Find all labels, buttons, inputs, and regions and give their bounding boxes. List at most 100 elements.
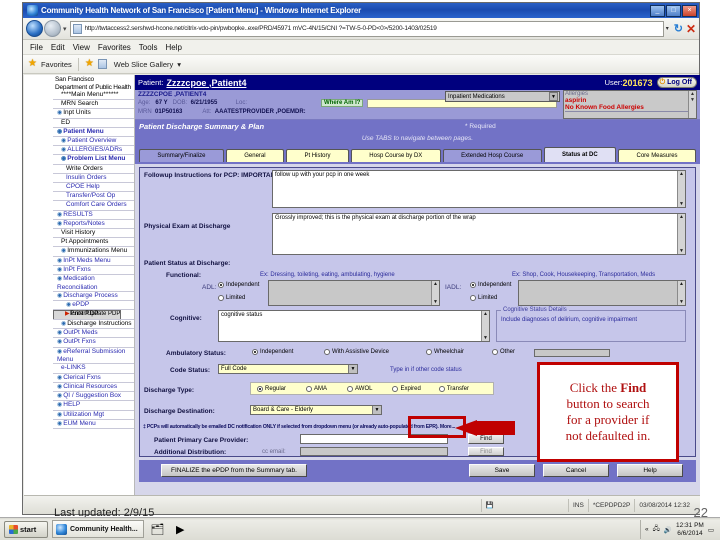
sidebar-item-main-menu[interactable]: ****Main Menu****** [53, 91, 134, 101]
cancel-button[interactable]: Cancel [543, 464, 609, 477]
sidebar-item-clerical-fxns[interactable]: ◉Clerical Fxns [53, 374, 134, 383]
dc-ama-radio[interactable]: AMA [306, 385, 327, 392]
scroll-down-icon[interactable]: ▼ [689, 97, 696, 103]
save-button[interactable]: Save [469, 464, 535, 477]
network-icon[interactable]: 🖧 [653, 524, 660, 535]
scroll-up-icon[interactable]: ▲ [678, 214, 685, 220]
inpatient-medications-dropdown[interactable]: Inpatient Medications ▼ [445, 91, 560, 102]
sidebar-item-print-pdp[interactable]: Print PDP [53, 310, 134, 320]
address-chevron-down-icon[interactable]: ▾ [664, 25, 671, 32]
chevron-down-icon[interactable]: ▼ [348, 365, 357, 373]
close-button[interactable]: × [682, 4, 697, 17]
sidebar-item-results[interactable]: ◉RESULTS [53, 211, 134, 220]
menu-tools[interactable]: Tools [139, 43, 158, 52]
adl-scrollbar[interactable]: ▲ ▼ [431, 281, 439, 305]
dc-regular-radio[interactable]: Regular [257, 385, 286, 392]
sidebar-item-outpt-fxns[interactable]: ◉OutPt Fxns [53, 338, 134, 348]
log-off-button[interactable]: ⏻ Log Off [656, 77, 697, 88]
dc-transfer-radio[interactable]: Transfer [438, 385, 469, 392]
sidebar-item-inpt-meds-menu[interactable]: ◉InPt Meds Menu [53, 257, 134, 267]
sidebar-item-write-orders[interactable]: Write Orders [53, 165, 134, 174]
forward-icon[interactable] [44, 20, 61, 37]
ambulatory-independent-radio[interactable]: Independent [252, 349, 293, 355]
physexam-scrollbar[interactable]: ▲ ▼ [677, 214, 685, 254]
iadl-independent-radio[interactable]: Independent [470, 282, 511, 288]
menu-help[interactable]: Help [165, 43, 181, 52]
followup-scrollbar[interactable]: ▲ ▼ [677, 171, 685, 207]
sidebar-item-medication-reconciliation[interactable]: ◉Medication Reconciliation [53, 275, 134, 293]
finalize-button[interactable]: FINALIZE the ePDP from the Summary tab. [161, 464, 307, 477]
sidebar-item-cpoe-help[interactable]: CPOE Help [53, 183, 134, 193]
sidebar-item-immunizations-menu[interactable]: ◉Immunizations Menu [53, 247, 134, 257]
web-slice-label[interactable]: Web Slice Gallery [114, 60, 173, 69]
tab-extended-hosp-course[interactable]: Extended Hosp Course [442, 149, 542, 162]
sidebar-item-inpt-fxns[interactable]: ◉InPt Fxns [53, 266, 134, 276]
scroll-up-icon[interactable]: ▲ [432, 281, 439, 287]
sidebar-item-allergies-adrs[interactable]: ◉ALLERGIES/ADRs [53, 146, 134, 156]
discharge-destination-dropdown[interactable]: Board & Care - Elderly ▼ [250, 405, 382, 415]
taskbar-window-button[interactable]: Community Health... [52, 520, 144, 538]
sidebar-item-eum-menu[interactable]: ◉EUM Menu [53, 420, 134, 429]
sidebar-item-visit-history[interactable]: Visit History [53, 229, 134, 239]
web-slice-chevron-down-icon[interactable]: ▾ [177, 60, 181, 69]
tab-hosp-course-by-dx[interactable]: Hosp Course by DX [350, 149, 441, 162]
iadl-limited-radio[interactable]: Limited [470, 295, 497, 301]
patient-name[interactable]: Zzzzcpoe ,Patient4 [166, 78, 246, 88]
history-chevron-down-icon[interactable]: ▾ [63, 25, 67, 33]
sidebar-item-ed[interactable]: ED [53, 119, 134, 128]
scroll-down-icon[interactable]: ▼ [432, 299, 439, 305]
sidebar-item-patient-menu[interactable]: ◉Patient Menu [53, 128, 134, 138]
where-am-i-link[interactable]: Where Am I? [321, 99, 364, 107]
iadl-textarea[interactable]: ▲ ▼ [518, 280, 686, 306]
sidebar-item-comfort-care-orders[interactable]: Comfort Care Orders [53, 201, 134, 211]
allergies-scrollbar[interactable]: ▲ ▼ [688, 91, 696, 118]
chevron-down-icon[interactable]: ▼ [549, 92, 558, 101]
scroll-up-icon[interactable]: ▲ [678, 171, 685, 177]
taskbar-clock[interactable]: 12:31 PM 6/6/2014 [676, 522, 704, 538]
cc-email-1-find-button[interactable]: Find [468, 447, 504, 456]
web-slice-star-icon[interactable]: ★ [85, 59, 94, 69]
scroll-up-icon[interactable]: ▲ [482, 311, 489, 317]
sidebar-item-discharge-instructions[interactable]: ◉Discharge Instructions [53, 320, 134, 330]
cognitive-scrollbar[interactable]: ▲ ▼ [481, 311, 489, 341]
dc-expired-radio[interactable]: Expired [392, 385, 421, 392]
ambulatory-assistive-radio[interactable]: With Assistive Device [324, 349, 389, 355]
show-desktop-icon[interactable]: ▭ [708, 526, 714, 534]
ambulatory-other-input[interactable] [534, 349, 610, 357]
adl-independent-radio[interactable]: Independent [218, 282, 259, 288]
sidebar-item-e-links[interactable]: e-LINKS [53, 364, 134, 374]
favorites-label[interactable]: Favorites [41, 60, 72, 69]
allergies-panel[interactable]: Allergies aspirin No Known Food Allergie… [563, 90, 697, 119]
adl-textarea[interactable]: ▲ ▼ [268, 280, 440, 306]
scroll-up-icon[interactable]: ▲ [678, 281, 685, 287]
sidebar-item-epdp[interactable]: ◉ePDP [53, 301, 134, 311]
tab-pt-history[interactable]: Pt History [286, 149, 349, 162]
refresh-icon[interactable]: ↻ [674, 22, 683, 35]
sidebar-item-patient-overview[interactable]: ◉Patient Overview [53, 137, 134, 147]
scroll-down-icon[interactable]: ▼ [678, 299, 685, 305]
back-icon[interactable] [26, 20, 43, 37]
scroll-down-icon[interactable]: ▼ [678, 201, 685, 207]
sidebar-item-mrn-search[interactable]: MRN Search [53, 100, 134, 110]
sidebar-item-problem-list-menu[interactable]: ◉Problem List Menu [53, 155, 134, 165]
chevron-down-icon[interactable]: ▼ [372, 406, 381, 414]
menu-view[interactable]: View [73, 43, 90, 52]
sidebar-item-ereferral-submission-menu[interactable]: ◉eReferral Submission Menu [53, 348, 134, 365]
sidebar-item-pt-appointments[interactable]: Pt Appointments [53, 238, 134, 248]
minimize-button[interactable]: _ [650, 4, 665, 17]
media-player-icon[interactable]: ▶ [171, 520, 190, 538]
cc-email-1-input[interactable] [300, 447, 448, 456]
help-button[interactable]: Help [617, 464, 683, 477]
favorites-star-icon[interactable]: ★ [28, 59, 37, 69]
tab-general[interactable]: General [225, 149, 285, 162]
tab-core-measures[interactable]: Core Measures [618, 149, 696, 162]
volume-icon[interactable]: 🔊 [664, 526, 672, 534]
address-bar[interactable]: http://twtaccess2.sershwd-hcone.net/citr… [69, 20, 664, 37]
sidebar-item-reports-notes[interactable]: ◉Reports/Notes [53, 220, 134, 230]
sidebar-item-clinical-resources[interactable]: ◉Clinical Resources [53, 383, 134, 392]
ambulatory-wheelchair-radio[interactable]: Wheelchair [426, 349, 464, 355]
maximize-button[interactable]: □ [666, 4, 681, 17]
sidebar-item-discharge-process[interactable]: ◉Discharge Process [53, 292, 134, 302]
physexam-textarea[interactable]: Grossly improved; this is the physical e… [272, 213, 686, 255]
folder-icon[interactable]: 🗂 [148, 520, 167, 538]
